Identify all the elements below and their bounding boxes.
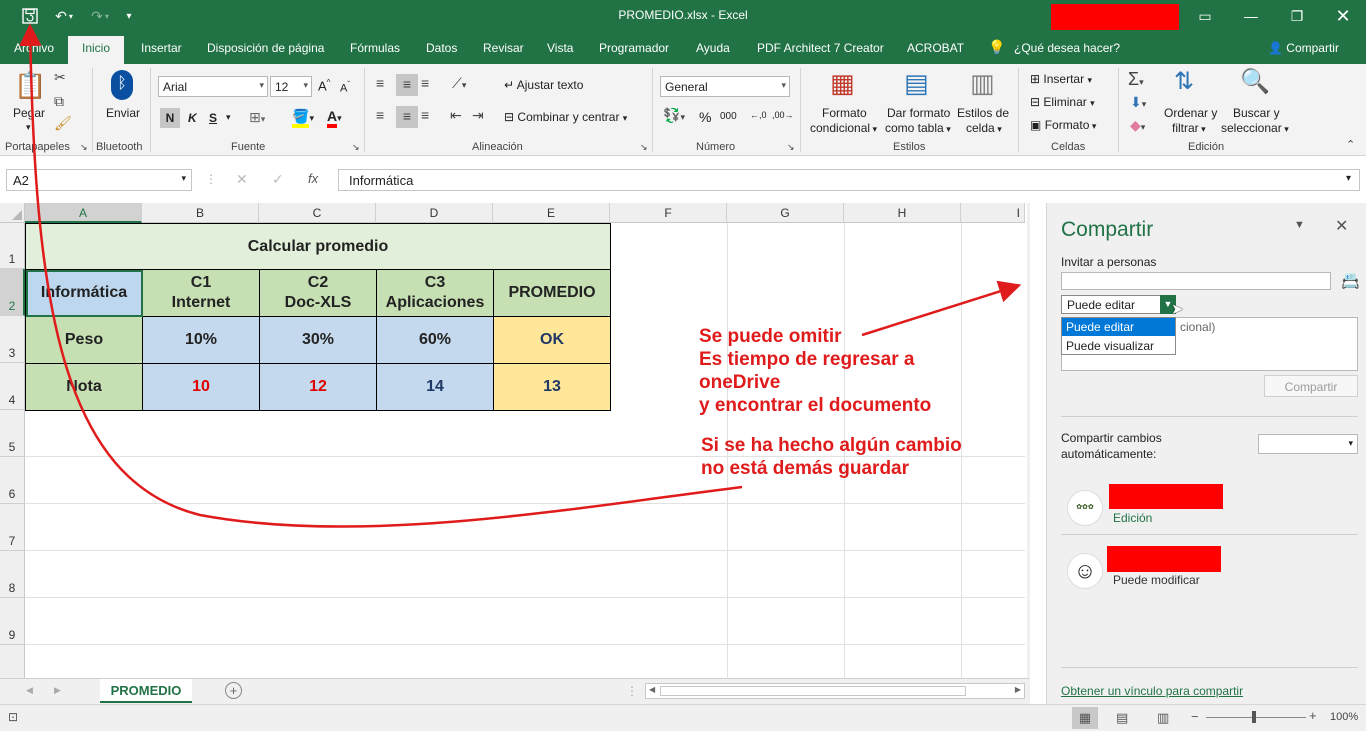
note1-line2: Es tiempo de regresar a bbox=[699, 349, 915, 370]
note2-line2: no está demás guardar bbox=[701, 458, 910, 479]
note2-line1: Si se ha hecho algún cambio bbox=[701, 435, 962, 456]
annotation-note-2: Si se ha hecho algún cambio no está demá… bbox=[701, 434, 962, 480]
note1-line1: Se puede omitir bbox=[699, 326, 842, 347]
annotation-note-1: Se puede omitir Es tiempo de regresar a … bbox=[699, 325, 931, 417]
note1-line4: y encontrar el documento bbox=[699, 395, 932, 416]
annotation-arrows bbox=[19, 23, 1022, 528]
arrow-to-save-icon bbox=[19, 23, 743, 528]
note1-line3: oneDrive bbox=[699, 372, 781, 393]
